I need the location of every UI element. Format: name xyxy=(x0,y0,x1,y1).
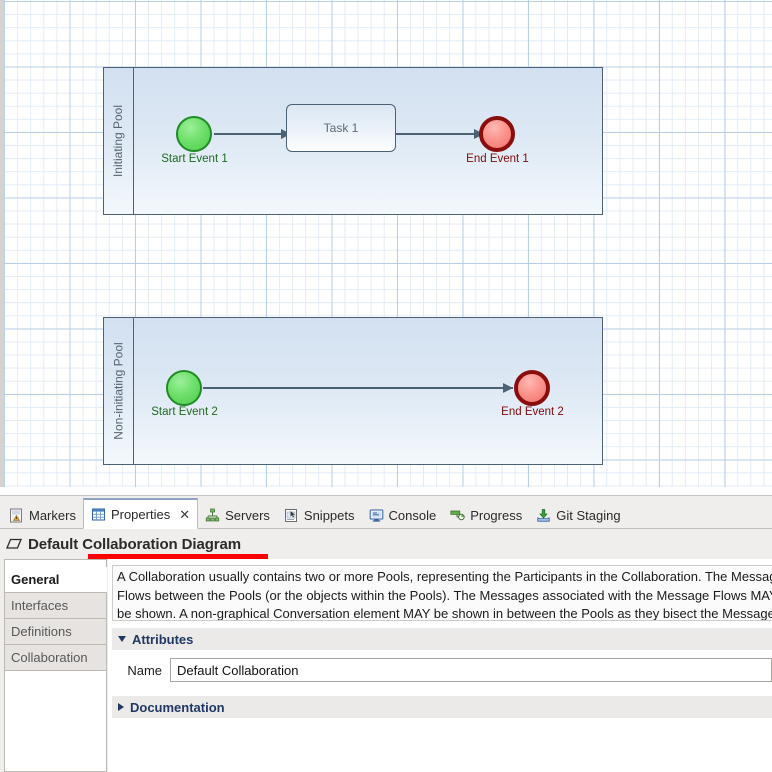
start-event-1-label: Start Event 1 xyxy=(161,153,228,165)
sequence-flow-start1-task1[interactable] xyxy=(214,133,288,135)
tab-progress-label: Progress xyxy=(470,507,523,523)
sidebar-item-definitions-label: Definitions xyxy=(11,624,72,639)
progress-icon xyxy=(450,508,465,523)
sidebar-item-collaboration-label: Collaboration xyxy=(11,650,88,665)
properties-tab-list-filler xyxy=(4,671,107,772)
end-event-1-label: End Event 1 xyxy=(466,153,529,165)
name-label: Name xyxy=(127,662,163,678)
tab-properties[interactable]: Properties ✕ xyxy=(82,498,199,529)
tab-markers[interactable]: Markers xyxy=(2,501,83,529)
pool-non-initiating[interactable]: Non-initiating Pool Start Event 2 End Ev… xyxy=(103,317,603,465)
properties-tab-list: General Interfaces Definitions Collabora… xyxy=(4,559,107,772)
tab-servers-label: Servers xyxy=(225,507,270,523)
properties-tab-list-top-stub xyxy=(4,559,107,567)
sidebar-item-collaboration[interactable]: Collaboration xyxy=(4,645,107,671)
sequence-flow-task1-end1[interactable] xyxy=(395,133,483,135)
pool-non-initiating-header[interactable]: Non-initiating Pool xyxy=(104,318,134,464)
properties-icon xyxy=(91,507,106,522)
page-title: Default Collaboration Diagram xyxy=(28,536,241,553)
tab-git-staging-label: Git Staging xyxy=(556,507,621,523)
tab-git-staging[interactable]: Git Staging xyxy=(529,501,627,529)
tab-properties-label: Properties xyxy=(110,506,171,522)
canvas-left-gutter xyxy=(0,0,4,495)
chevron-down-icon[interactable] xyxy=(118,636,126,642)
close-icon[interactable]: ✕ xyxy=(179,508,190,521)
sidebar-item-general-label: General xyxy=(11,572,60,587)
section-attributes-header[interactable]: Attributes xyxy=(112,628,772,650)
console-icon xyxy=(369,508,384,523)
end-event-2[interactable] xyxy=(514,370,550,406)
bpmn-diagram-canvas[interactable]: Initiating Pool Start Event 1 Task 1 End… xyxy=(0,0,772,495)
tab-markers-label: Markers xyxy=(29,507,76,523)
section-attributes-title: Attributes xyxy=(132,631,194,647)
general-tab-form: A Collaboration usually contains two or … xyxy=(108,559,772,772)
properties-title-row: Default Collaboration Diagram xyxy=(0,529,772,559)
properties-content: General Interfaces Definitions Collabora… xyxy=(0,559,772,772)
start-event-2[interactable] xyxy=(166,370,202,406)
sidebar-item-interfaces[interactable]: Interfaces xyxy=(4,593,107,619)
tab-snippets[interactable]: Snippets xyxy=(277,501,362,529)
tab-progress[interactable]: Progress xyxy=(443,501,529,529)
sidebar-item-definitions[interactable]: Definitions xyxy=(4,619,107,645)
name-input[interactable] xyxy=(170,658,772,682)
sequence-flow-start2-end2-arrowhead xyxy=(503,383,513,393)
chevron-right-icon[interactable] xyxy=(118,703,124,711)
start-event-2-label: Start Event 2 xyxy=(151,406,218,418)
git-staging-icon xyxy=(536,508,551,523)
sequence-flow-start2-end2[interactable] xyxy=(203,387,513,389)
page-title-highlighted: Collaboration Diagram xyxy=(82,535,241,553)
page-title-prefix: Default xyxy=(28,535,83,553)
tab-console-label: Console xyxy=(388,507,437,523)
section-documentation-header[interactable]: Documentation xyxy=(112,696,772,718)
tab-snippets-label: Snippets xyxy=(303,507,355,523)
sidebar-item-interfaces-label: Interfaces xyxy=(11,598,69,613)
sidebar-item-general[interactable]: General xyxy=(4,567,107,593)
view-tab-bar: Markers Properties ✕ Servers Snippets Co… xyxy=(0,496,772,529)
collaboration-diagram-icon xyxy=(6,537,22,552)
pool-initiating-header[interactable]: Initiating Pool xyxy=(104,68,134,214)
tab-console[interactable]: Console xyxy=(362,501,444,529)
pool-initiating-label: Initiating Pool xyxy=(111,104,126,178)
pool-non-initiating-label: Non-initiating Pool xyxy=(111,342,126,440)
start-event-1[interactable] xyxy=(176,116,212,152)
end-event-2-label: End Event 2 xyxy=(501,406,564,418)
markers-icon xyxy=(9,508,24,523)
task-1[interactable]: Task 1 xyxy=(286,104,396,152)
snippets-icon xyxy=(284,508,299,523)
description-text: A Collaboration usually contains two or … xyxy=(112,565,772,621)
task-1-label: Task 1 xyxy=(323,121,359,135)
servers-icon xyxy=(205,508,220,523)
properties-view-panel: Markers Properties ✕ Servers Snippets Co… xyxy=(0,495,772,772)
end-event-1[interactable] xyxy=(479,116,515,152)
pool-initiating[interactable]: Initiating Pool Start Event 1 Task 1 End… xyxy=(103,67,603,215)
canvas-bottom-gutter xyxy=(0,487,772,495)
name-field-row: Name xyxy=(112,658,772,682)
section-documentation-title: Documentation xyxy=(130,699,225,715)
tab-servers[interactable]: Servers xyxy=(198,501,277,529)
